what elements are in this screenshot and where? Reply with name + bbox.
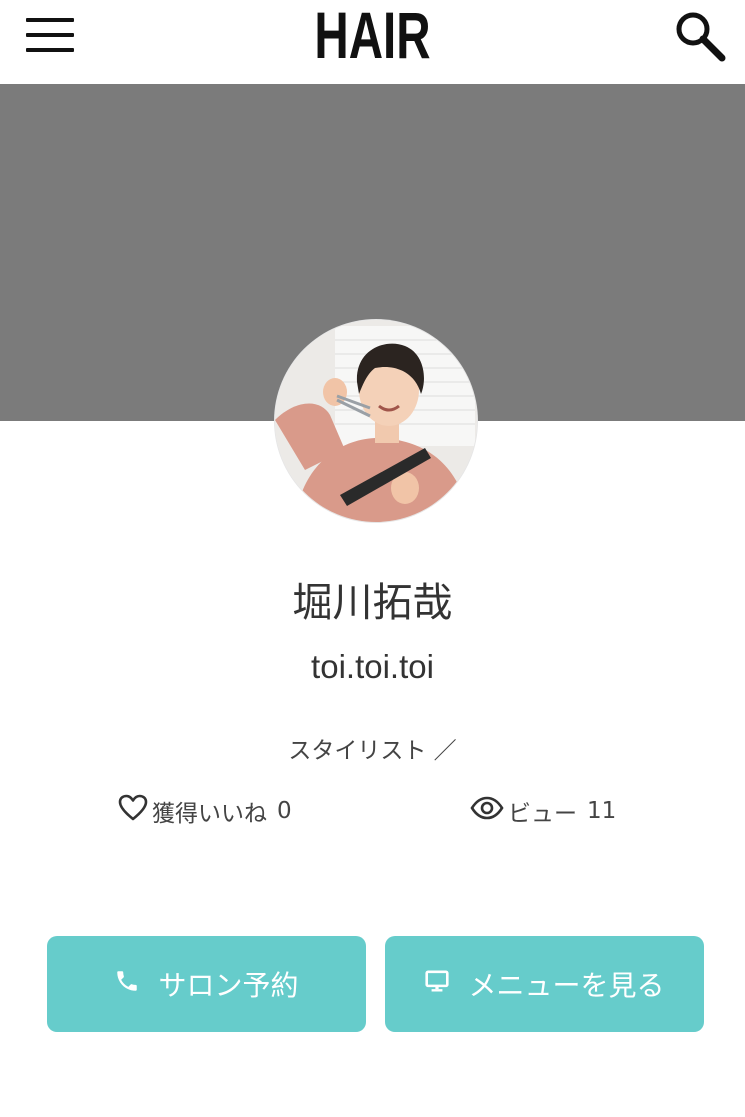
salon-reserve-button[interactable]: サロン予約 xyxy=(47,936,366,1032)
heart-icon xyxy=(118,794,148,828)
likes-stat: 獲得いいね 0 xyxy=(118,794,292,828)
views-label: ビュー xyxy=(508,801,577,827)
app-header: HAIR xyxy=(0,0,745,84)
views-stat: ビュー 11 xyxy=(470,794,616,828)
monitor-icon xyxy=(424,968,450,1001)
view-menu-label: メニューを見る xyxy=(468,969,665,1002)
salon-name[interactable]: toi.toi.toi xyxy=(0,645,745,689)
phone-icon xyxy=(114,968,140,1001)
profile-page: HAIR 堀川拓哉 toi.toi.toi スタイリスト ／ 獲得いいね 0 ビ… xyxy=(0,0,745,1117)
stylist-name: 堀川拓哉 xyxy=(292,580,453,626)
likes-label: 獲得いいね xyxy=(152,801,267,827)
view-menu-button[interactable]: メニューを見る xyxy=(385,936,704,1032)
avatar xyxy=(275,320,477,522)
salon-reserve-label: サロン予約 xyxy=(158,969,299,1002)
search-icon[interactable] xyxy=(672,8,728,64)
views-count: 11 xyxy=(587,798,617,824)
likes-count: 0 xyxy=(277,798,292,824)
stylist-role: スタイリスト ／ xyxy=(288,738,457,764)
hamburger-menu-icon[interactable] xyxy=(26,18,74,52)
eye-icon xyxy=(470,795,504,827)
hair-logo[interactable]: HAIR xyxy=(104,0,640,70)
